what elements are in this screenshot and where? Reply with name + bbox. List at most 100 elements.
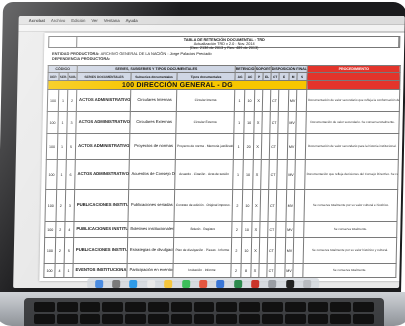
col-procedimiento: PROCEDIMIENTO [307, 65, 401, 73]
cell-ag: 2 [231, 221, 243, 238]
cell-dep: 100 [43, 263, 56, 278]
document-subtitle-2: (Dec. 2136 de 2013 y Res. 489 de 2013) [189, 46, 259, 50]
music-icon[interactable] [199, 279, 208, 288]
cell-ac: 10 [242, 159, 254, 190]
keyboard-key [261, 314, 283, 324]
keyboard-key [102, 302, 124, 312]
menubar-item[interactable]: Ayuda [126, 18, 138, 23]
cell-ag: 2 [230, 263, 242, 278]
terminal-icon[interactable] [285, 279, 295, 288]
settings-icon[interactable] [268, 279, 277, 288]
keyboard-key [330, 314, 352, 324]
cell-ac: 10 [243, 111, 255, 134]
cell-tipos: Acuerdo · Citación · Acta de sesión [174, 159, 234, 190]
trd-table: CÓDIGO SERIES, SUBSERIES Y TIPOS DOCUMEN… [43, 65, 401, 278]
entity-value: ARCHIVO GENERAL DE LA NACIÓN - Jorge Pal… [100, 51, 212, 56]
col-soporte: SOPORTE [255, 65, 272, 73]
cell-dep: 100 [46, 133, 58, 160]
keyboard-key [239, 302, 260, 312]
col-m: M [289, 72, 298, 81]
cell-dep: 100 [45, 159, 58, 190]
table-row: 100 1 5 ACTOS ADMINISTRATIVOS Proyectos de n… [46, 133, 399, 160]
cell-obs: Documentación de valor secundario. Se co… [305, 111, 400, 134]
cell-sub: 4 [64, 221, 75, 238]
col-codigo: CÓDIGO [48, 65, 78, 73]
menubar-item[interactable]: Ventana [104, 18, 120, 23]
keyboard-key [56, 314, 78, 324]
col-series-doc: SERIES DOCUMENTALES [76, 72, 132, 81]
agn-logo [371, 37, 400, 47]
cell-ser: 2 [55, 221, 66, 238]
table-row: 100 1 2 ACTOS ADMINISTRATIVOS Circulares Int… [47, 89, 400, 112]
excel-icon[interactable] [233, 279, 242, 288]
cell-subserie: Participación en eventos internacionales [126, 263, 174, 278]
keyboard-key [147, 314, 169, 324]
cell-tipos: Proyecto de norma · Memoria justificativ… [175, 133, 234, 160]
cell-ag: 1 [233, 133, 244, 160]
col-series: SERIES, SUBSERIES Y TIPOS DOCUMENTALES [77, 65, 236, 73]
col-procedimiento-sub [307, 72, 401, 81]
menubar-app-name[interactable]: Acrobat [29, 18, 45, 23]
table-row: 100 2 3 PUBLICACIONES INSTITUCIONALES Public… [45, 189, 398, 222]
dock [87, 278, 320, 288]
table-row: 100 2 5 PUBLICACIONES INSTITUCIONALES Estrat… [44, 237, 397, 264]
document-page: TABLA DE RETENCIÓN DOCUMENTAL - TRD Actu… [39, 33, 405, 281]
finder-icon[interactable] [94, 279, 103, 288]
cell-subserie: Circulares Internas [130, 89, 177, 112]
keyboard-key [353, 314, 374, 324]
calendar-icon[interactable] [146, 279, 156, 288]
cell-s [293, 237, 304, 264]
col-ser: SER. [58, 72, 69, 81]
cell-serie: ACTOS ADMINISTRATIVOS [75, 111, 131, 134]
cell-e [275, 237, 286, 264]
dependency-label: DEPENDENCIA PRODUCTORA: [51, 55, 111, 61]
cell-ac: 8 [240, 263, 252, 278]
keyboard-key [56, 302, 78, 312]
notes-icon[interactable] [164, 279, 173, 288]
table-row: 100 1 3 ACTOS ADMINISTRATIVOS Circulares Ext… [46, 111, 400, 134]
cell-subserie: Circulares Externas [129, 111, 177, 134]
cell-subserie: Estrategias de divulgación [127, 237, 174, 264]
cell-e [274, 263, 286, 278]
document-meta: ENTIDAD PRODUCTORA: ARCHIVO GENERAL DE L… [51, 51, 400, 61]
launchpad-icon[interactable] [112, 279, 121, 288]
cell-sub: 2 [67, 89, 77, 112]
menubar-item[interactable]: Edición [71, 18, 85, 23]
cell-subserie: Acuerdos de Consejo Directivo [128, 159, 176, 190]
cell-serie: PUBLICACIONES INSTITUCIONALES [74, 189, 129, 222]
cell-obs: Se conserva totalmente por su valor cult… [304, 189, 398, 222]
col-dep: DEP. [47, 72, 60, 81]
keyboard-key [34, 314, 55, 324]
document-header: TABLA DE RETENCIÓN DOCUMENTAL - TRD Actu… [48, 36, 401, 50]
keyboard-key [330, 302, 352, 312]
keyboard-key [193, 302, 215, 312]
cell-s [294, 189, 305, 222]
messages-icon[interactable] [181, 279, 190, 288]
word-icon[interactable] [216, 279, 225, 288]
cell-ag: 1 [232, 159, 244, 190]
cell-e [277, 111, 289, 134]
menubar-item[interactable]: Ver [91, 18, 98, 23]
document-toolbar [18, 25, 405, 32]
cell-tipos: Boletín · Registro [173, 221, 233, 238]
keyboard-keys [34, 302, 374, 324]
menubar-item[interactable]: Archivo [51, 18, 65, 23]
cell-ag: 2 [231, 237, 242, 264]
cell-s [295, 133, 306, 160]
cell-tipos: Invitación · Informe [172, 263, 232, 278]
keyboard-key [307, 314, 329, 324]
cell-obs: Documentación que refleja decisiones del… [304, 159, 399, 190]
cell-serie: ACTOS ADMINISTRATIVOS [76, 89, 131, 112]
acrobat-icon[interactable] [251, 279, 260, 288]
menubar: Acrobat Archivo Edición Ver Ventana Ayud… [18, 16, 405, 25]
trash-icon[interactable] [303, 279, 312, 288]
cell-serie: ACTOS ADMINISTRATIVOS [75, 133, 130, 160]
cell-e [276, 159, 288, 190]
cell-serie: ACTOS ADMINISTRATIVOS [74, 159, 130, 190]
safari-icon[interactable] [129, 279, 138, 288]
cell-ac: 10 [244, 89, 255, 112]
cell-subserie: Boletines institucionales [127, 221, 175, 238]
col-s: S [297, 72, 308, 81]
keyboard-key [79, 314, 101, 324]
cell-ac: 10 [241, 237, 252, 264]
